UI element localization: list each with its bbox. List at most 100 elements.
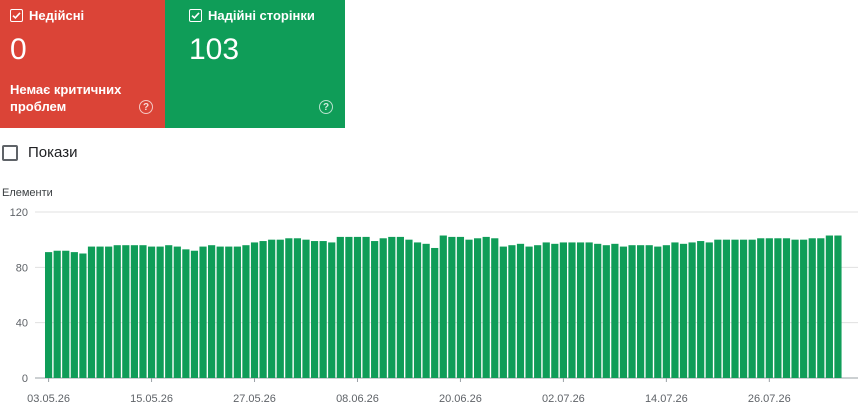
- checkbox-checked-icon[interactable]: [10, 9, 23, 22]
- bar[interactable]: [199, 246, 207, 378]
- bar[interactable]: [113, 245, 121, 378]
- bar[interactable]: [722, 239, 731, 378]
- bar[interactable]: [233, 246, 241, 378]
- bar[interactable]: [122, 245, 130, 378]
- bar[interactable]: [637, 245, 645, 378]
- bar[interactable]: [474, 238, 482, 378]
- invalid-card[interactable]: Недійсні 0 Немає критичних проблем ?: [0, 0, 165, 128]
- bar[interactable]: [491, 238, 499, 378]
- help-icon[interactable]: ?: [319, 100, 333, 114]
- bar[interactable]: [156, 246, 164, 378]
- bar[interactable]: [62, 250, 70, 378]
- bar[interactable]: [45, 252, 53, 378]
- bar[interactable]: [817, 238, 825, 378]
- bar[interactable]: [714, 239, 722, 378]
- bar[interactable]: [525, 246, 533, 378]
- bar[interactable]: [508, 245, 516, 378]
- bar[interactable]: [328, 242, 336, 378]
- bar[interactable]: [568, 242, 576, 378]
- bar[interactable]: [413, 242, 422, 378]
- bar[interactable]: [165, 245, 173, 378]
- bar[interactable]: [765, 238, 773, 378]
- bar[interactable]: [645, 245, 653, 378]
- bar[interactable]: [585, 242, 593, 378]
- bar[interactable]: [79, 253, 87, 379]
- help-icon[interactable]: ?: [139, 100, 153, 114]
- bar[interactable]: [105, 246, 113, 378]
- bar[interactable]: [405, 239, 413, 378]
- bar[interactable]: [379, 238, 387, 378]
- bar[interactable]: [439, 235, 447, 378]
- bar[interactable]: [782, 238, 791, 378]
- bar[interactable]: [293, 238, 302, 378]
- show-impressions-toggle[interactable]: Покази: [2, 144, 77, 161]
- bar[interactable]: [662, 245, 670, 378]
- bar[interactable]: [130, 245, 138, 378]
- valid-card[interactable]: Надійні сторінки 103 ?: [165, 0, 345, 128]
- bar[interactable]: [362, 236, 370, 378]
- bar[interactable]: [319, 241, 327, 378]
- bar[interactable]: [190, 250, 199, 378]
- bar[interactable]: [285, 238, 293, 378]
- bar[interactable]: [422, 243, 430, 378]
- bar[interactable]: [216, 246, 224, 378]
- bar[interactable]: [739, 239, 748, 378]
- bar[interactable]: [619, 246, 628, 378]
- checkbox-unchecked-icon[interactable]: [2, 144, 18, 161]
- bar[interactable]: [96, 246, 104, 378]
- bar[interactable]: [688, 242, 696, 378]
- bar[interactable]: [242, 245, 250, 378]
- bar[interactable]: [697, 241, 705, 378]
- bar[interactable]: [800, 239, 808, 378]
- bar[interactable]: [757, 238, 765, 378]
- bar[interactable]: [336, 236, 344, 378]
- bar[interactable]: [602, 245, 610, 378]
- bar[interactable]: [448, 236, 456, 378]
- bar[interactable]: [465, 239, 473, 378]
- bar[interactable]: [310, 241, 319, 378]
- bar[interactable]: [611, 243, 619, 378]
- bar[interactable]: [371, 241, 379, 378]
- bar[interactable]: [396, 236, 404, 378]
- bar[interactable]: [791, 239, 799, 378]
- bar[interactable]: [388, 236, 396, 378]
- bar[interactable]: [225, 246, 233, 378]
- bar[interactable]: [53, 250, 61, 378]
- bar[interactable]: [834, 235, 842, 378]
- checkbox-checked-icon[interactable]: [189, 9, 202, 22]
- bar[interactable]: [576, 242, 585, 378]
- bar[interactable]: [551, 243, 559, 378]
- bar[interactable]: [679, 243, 688, 378]
- bar[interactable]: [182, 249, 190, 378]
- bar[interactable]: [70, 252, 78, 378]
- bar[interactable]: [534, 245, 542, 378]
- bar[interactable]: [353, 236, 362, 378]
- bar[interactable]: [705, 242, 713, 378]
- bar[interactable]: [431, 247, 439, 378]
- bar[interactable]: [628, 245, 636, 378]
- bar[interactable]: [302, 239, 310, 378]
- bar[interactable]: [594, 243, 602, 378]
- bar[interactable]: [499, 246, 507, 378]
- bar[interactable]: [542, 242, 550, 378]
- bar[interactable]: [87, 246, 96, 378]
- bar[interactable]: [748, 239, 756, 378]
- bar[interactable]: [276, 239, 284, 378]
- bar[interactable]: [147, 246, 156, 378]
- bar[interactable]: [456, 236, 465, 378]
- bar[interactable]: [259, 241, 267, 378]
- bar[interactable]: [731, 239, 739, 378]
- bar[interactable]: [482, 236, 490, 378]
- bar[interactable]: [139, 245, 147, 378]
- bar[interactable]: [808, 238, 816, 378]
- bar[interactable]: [345, 236, 353, 378]
- bar[interactable]: [671, 242, 679, 378]
- bar[interactable]: [559, 242, 567, 378]
- bar[interactable]: [654, 246, 662, 378]
- bar[interactable]: [516, 243, 525, 378]
- bar[interactable]: [825, 235, 833, 378]
- bar[interactable]: [173, 246, 181, 378]
- bar[interactable]: [250, 242, 259, 378]
- bar[interactable]: [208, 245, 216, 378]
- bar[interactable]: [774, 238, 782, 378]
